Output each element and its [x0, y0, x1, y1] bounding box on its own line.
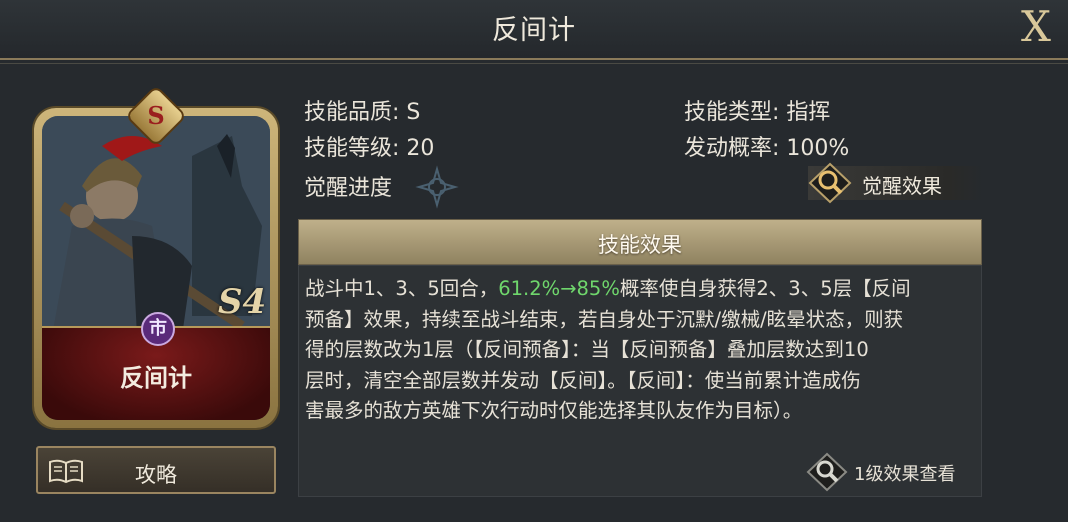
awaken-effect-button[interactable]: 觉醒效果 [808, 162, 984, 204]
grade-s-badge: S [127, 87, 185, 145]
awaken-progress-icon [415, 165, 459, 209]
magnifier-icon [806, 452, 848, 492]
effect-text-pre: 战斗中1、3、5回合， [305, 277, 499, 300]
page-title: 反间计 [492, 15, 576, 46]
season-badge: S4 [218, 282, 267, 322]
faction-icon: 市 [141, 312, 175, 346]
effect-header: 技能效果 [298, 219, 982, 265]
effect-description: 战斗中1、3、5回合，61.2%→85%概率使自身获得2、3、5层【反间 预备】… [305, 274, 981, 427]
awaken-effect-label: 觉醒效果 [862, 174, 942, 198]
card-skill-name: 反间计 [120, 364, 192, 392]
awaken-progress-label: 觉醒进度 [304, 176, 393, 201]
close-button[interactable]: X [1014, 4, 1058, 50]
guide-button[interactable]: 攻略 [36, 446, 276, 494]
effect-header-label: 技能效果 [598, 233, 682, 257]
level1-effect-button[interactable]: 1级效果查看 [806, 452, 982, 492]
skill-type: 技能类型: 指挥 [684, 100, 831, 125]
grade-label: S [147, 101, 165, 130]
skill-card-frame: 反间计 [42, 116, 270, 420]
level1-effect-label: 1级效果查看 [854, 464, 956, 485]
title-bar: 反间计 X [0, 0, 1068, 64]
guide-label: 攻略 [135, 463, 177, 487]
effect-rate-highlight: 61.2%→85% [498, 277, 620, 300]
trigger-rate: 发动概率: 100% [684, 136, 850, 161]
skill-quality: 技能品质: S [304, 100, 421, 125]
magnifier-icon [808, 162, 852, 204]
skill-card: 反间计 [34, 108, 278, 428]
skill-level: 技能等级: 20 [304, 136, 435, 161]
